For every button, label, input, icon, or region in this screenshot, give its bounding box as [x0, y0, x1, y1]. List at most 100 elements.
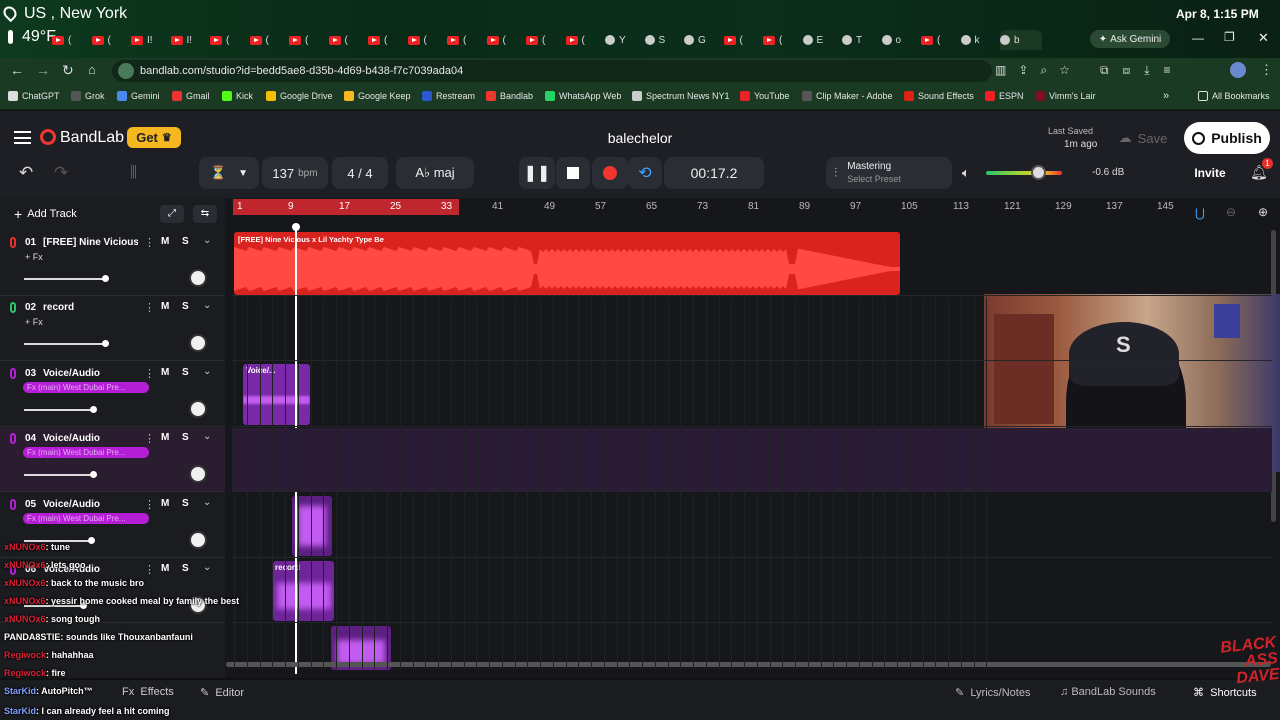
bookmark-clip-maker-adobe[interactable]: Clip Maker - Adobe — [802, 91, 893, 101]
bookmark-chatgpt[interactable]: ChatGPT — [8, 91, 60, 101]
track-menu-icon[interactable]: ⋮ — [144, 563, 155, 576]
profile-avatar[interactable] — [1230, 62, 1246, 78]
close-window-button[interactable]: ✕ — [1258, 30, 1269, 46]
site-info-icon[interactable] — [118, 63, 134, 79]
track-volume-handle[interactable] — [90, 406, 97, 413]
mute-button[interactable]: M — [161, 432, 169, 443]
track-menu-icon[interactable]: ⋮ — [144, 236, 155, 249]
pan-knob[interactable] — [189, 334, 207, 352]
forward-icon[interactable]: → — [36, 62, 50, 78]
browser-tab[interactable]: ( — [407, 30, 444, 50]
publish-button[interactable]: Publish — [1184, 122, 1270, 154]
browser-tab[interactable]: I! — [170, 30, 207, 50]
track-expand-icon[interactable]: ⌄ — [203, 431, 211, 442]
redo-icon[interactable]: ↷ — [54, 163, 68, 183]
bookmark-restream[interactable]: Restream — [422, 91, 475, 101]
track-expand-icon[interactable]: ⌄ — [203, 497, 211, 508]
zoom-in-icon[interactable]: ⊕ — [1258, 205, 1268, 219]
track-menu-icon[interactable]: ⋮ — [144, 367, 155, 380]
solo-button[interactable]: S — [182, 432, 189, 443]
reload-icon[interactable]: ↻ — [62, 62, 74, 79]
bandlab-sounds-tab[interactable]: ♫ BandLab Sounds — [1060, 686, 1156, 698]
add-fx-button[interactable]: + Fx — [25, 317, 43, 327]
key-field[interactable]: A♭ maj — [396, 157, 474, 189]
save-button[interactable]: ☁ Save — [1110, 126, 1176, 150]
solo-button[interactable]: S — [182, 236, 189, 247]
record-button[interactable] — [592, 157, 628, 189]
hamburger-menu-icon[interactable] — [14, 131, 31, 144]
browser-tab[interactable]: ( — [249, 30, 286, 50]
track-expand-icon[interactable]: ⌄ — [203, 366, 211, 377]
url-field[interactable]: bandlab.com/studio?id=bedd5ae8-d35b-4d69… — [112, 60, 992, 82]
effects-tab[interactable]: Fx Effects — [122, 686, 174, 698]
pan-knob[interactable] — [189, 400, 207, 418]
track-expand-icon[interactable]: ⌄ — [203, 235, 211, 246]
browser-tab[interactable]: ( — [91, 30, 128, 50]
add-fx-button[interactable]: + Fx — [25, 252, 43, 262]
pan-knob[interactable] — [189, 269, 207, 287]
track-volume-handle[interactable] — [102, 275, 109, 282]
mastering-button[interactable]: ⫶ Mastering Select Preset — [826, 157, 952, 189]
browser-tab[interactable]: ( — [921, 30, 957, 50]
browser-tab[interactable]: ( — [763, 30, 799, 50]
browser-tab[interactable]: ( — [565, 30, 602, 50]
track-name[interactable]: record — [43, 302, 138, 313]
fx-plugin-pill[interactable]: Fx (main) West Dubai Pre... — [23, 382, 149, 393]
track-volume-handle[interactable] — [88, 537, 95, 544]
get-membership-button[interactable]: Get ♛ — [127, 127, 181, 148]
menu-icon[interactable]: ⋮ — [1260, 62, 1273, 78]
track-name[interactable]: [FREE] Nine Vicious... — [43, 237, 138, 248]
solo-button[interactable]: S — [182, 301, 189, 312]
browser-tab[interactable]: ( — [289, 30, 325, 50]
mute-button[interactable]: M — [161, 498, 169, 509]
bookmark-sound-effects[interactable]: Sound Effects — [904, 91, 974, 101]
track-volume-slider[interactable] — [24, 275, 109, 282]
bookmark-espn[interactable]: ESPN — [985, 91, 1024, 101]
solo-button[interactable]: S — [182, 563, 189, 574]
bpm-field[interactable]: 137 bpm — [262, 157, 328, 189]
loop-button[interactable]: ⟲ — [628, 157, 662, 189]
browser-tab[interactable]: k — [960, 30, 997, 50]
pan-knob[interactable] — [189, 531, 207, 549]
bookmark-gemini[interactable]: Gemini — [117, 91, 160, 101]
browser-tab[interactable]: ( — [447, 30, 483, 50]
mute-button[interactable]: M — [161, 236, 169, 247]
browser-tab[interactable]: E — [802, 30, 839, 50]
stop-button[interactable] — [556, 157, 590, 189]
all-bookmarks[interactable]: All Bookmarks — [1198, 91, 1270, 101]
browser-tab[interactable]: T — [842, 30, 878, 50]
track-name[interactable]: Voice/Audio — [43, 433, 138, 444]
browser-tab[interactable]: ( — [368, 30, 404, 50]
track-menu-icon[interactable]: ⋮ — [144, 301, 155, 314]
track-volume-handle[interactable] — [90, 471, 97, 478]
track-volume-handle[interactable] — [102, 340, 109, 347]
speaker-icon[interactable]: 🔈︎ — [962, 165, 970, 181]
browser-tab[interactable]: ( — [723, 30, 760, 50]
zoom-out-icon[interactable]: ⊖ — [1226, 205, 1236, 219]
browser-tab[interactable]: S — [644, 30, 681, 50]
bookmark-vimm-s-lair[interactable]: Vimm's Lair — [1035, 91, 1096, 101]
pause-button[interactable]: ❚❚ — [519, 157, 555, 189]
horizontal-scrollbar[interactable] — [226, 662, 1271, 667]
browser-tab[interactable]: b — [1000, 30, 1042, 50]
automation-icon[interactable]: ⤢ — [160, 205, 184, 223]
browser-tab[interactable]: ( — [52, 30, 88, 50]
bookmark-bandlab[interactable]: Bandlab — [486, 91, 533, 101]
master-volume-slider[interactable] — [986, 165, 1062, 180]
mute-button[interactable]: M — [161, 301, 169, 312]
bookmarks-overflow-icon[interactable]: » — [1163, 90, 1169, 102]
metronome-control[interactable]: ⏳ ▼ — [199, 157, 259, 189]
track-settings-icon[interactable]: ⇆ — [193, 205, 217, 223]
track-expand-icon[interactable]: ⌄ — [203, 562, 211, 573]
playhead-marker[interactable] — [292, 223, 300, 231]
fx-plugin-pill[interactable]: Fx (main) West Dubai Pre... — [23, 513, 149, 524]
browser-tab[interactable]: ( — [526, 30, 562, 50]
time-signature-field[interactable]: 4 / 4 — [332, 157, 388, 189]
bookmark-gmail[interactable]: Gmail — [172, 91, 210, 101]
lyrics-notes-tab[interactable]: ✎ Lyrics/Notes — [955, 686, 1030, 699]
maximize-button[interactable]: ❐ — [1224, 30, 1235, 44]
track-volume-slider[interactable] — [24, 406, 97, 413]
track-menu-icon[interactable]: ⋮ — [144, 432, 155, 445]
bookmark-youtube[interactable]: YouTube — [740, 91, 789, 101]
editor-tab[interactable]: ✎ Editor — [200, 686, 244, 699]
